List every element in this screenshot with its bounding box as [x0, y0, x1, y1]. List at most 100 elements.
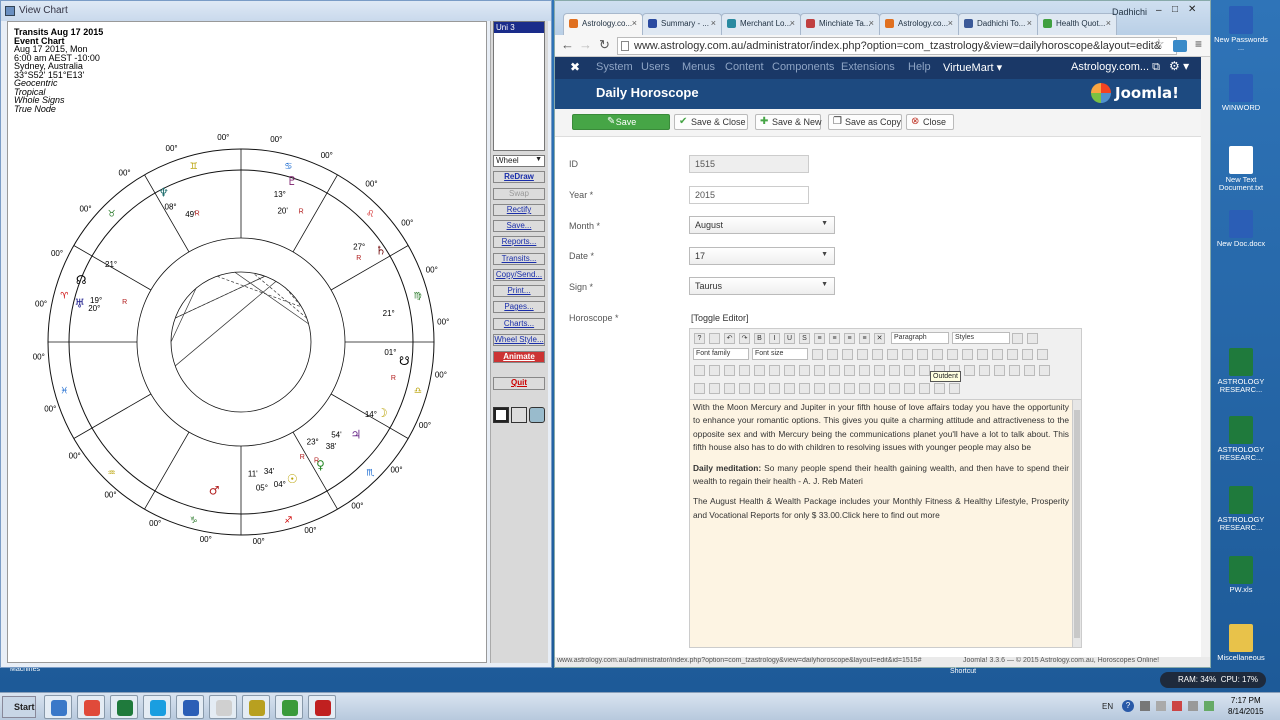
side-button-save[interactable]: Save...	[493, 220, 545, 232]
desktop-icon[interactable]: PW.xls	[1214, 556, 1268, 594]
taskbar-app[interactable]	[44, 695, 72, 719]
table-tool-icon[interactable]	[919, 383, 930, 394]
date-select[interactable]: 17 ▼	[689, 247, 835, 265]
styles-select[interactable]: Styles	[952, 332, 1010, 344]
star-icon[interactable]: ☆	[1153, 36, 1165, 52]
format-tool-icon[interactable]	[887, 349, 898, 360]
insert-tool-icon[interactable]	[979, 365, 990, 376]
table-tool-icon[interactable]	[949, 383, 960, 394]
side-button-animate[interactable]: Animate	[493, 351, 545, 363]
align-justify-icon[interactable]: ≡	[814, 333, 825, 344]
format-tool-icon[interactable]	[812, 349, 823, 360]
address-bar[interactable]: www.astrology.com.au/administrator/index…	[617, 37, 1177, 55]
help-icon[interactable]: ?	[1122, 700, 1134, 712]
insert-tool-icon[interactable]	[964, 365, 975, 376]
insert-tool-icon[interactable]	[919, 365, 930, 376]
format-tool-icon[interactable]	[857, 349, 868, 360]
tab-close-icon[interactable]: ×	[1027, 18, 1032, 28]
side-button-wheel-style[interactable]: Wheel Style...	[493, 334, 545, 346]
tab-2[interactable]: Merchant Lo... ×	[721, 13, 801, 35]
table-tool-icon[interactable]	[709, 383, 720, 394]
year-field[interactable]: 2015	[689, 186, 809, 204]
tab-close-icon[interactable]: ×	[1106, 18, 1111, 28]
format-tool-icon[interactable]	[1022, 349, 1033, 360]
save-button[interactable]: ✎ Save	[572, 114, 670, 130]
admin-menu-users[interactable]: Users	[641, 61, 670, 73]
extension-icon[interactable]	[1173, 40, 1187, 52]
table-tool-icon[interactable]	[814, 383, 825, 394]
format-tool-icon[interactable]	[1007, 349, 1018, 360]
desktop-icon[interactable]: New Passwords ...	[1214, 6, 1268, 52]
gear-icon[interactable]: ⚙ ▾	[1169, 59, 1189, 73]
desktop-icon[interactable]: New Text Document.txt	[1214, 146, 1268, 192]
table-tool-icon[interactable]	[874, 383, 885, 394]
admin-menu-help[interactable]: Help	[908, 61, 931, 73]
tab-close-icon[interactable]: ×	[948, 18, 953, 28]
save-close-button[interactable]: ✔ Save & Close	[674, 114, 748, 130]
font-size-select[interactable]: Font size	[752, 348, 808, 360]
start-button[interactable]: Start	[2, 696, 36, 718]
format-tool-icon[interactable]	[872, 349, 883, 360]
tab-close-icon[interactable]: ×	[869, 18, 874, 28]
bold-icon[interactable]: B	[754, 333, 765, 344]
minimize-icon[interactable]: –	[1156, 5, 1162, 16]
monitor-icon[interactable]	[493, 407, 509, 423]
side-button-print[interactable]: Print...	[493, 285, 545, 297]
tab-0[interactable]: Astrology.co... ×	[563, 13, 643, 35]
taskbar-app[interactable]	[77, 695, 105, 719]
forward-icon[interactable]: →	[579, 37, 592, 52]
side-button-redraw[interactable]: ReDraw	[493, 171, 545, 183]
admin-menu-virtuemart[interactable]: VirtueMart ▾	[943, 61, 1002, 74]
taskbar-app[interactable]	[176, 695, 204, 719]
insert-tool-icon[interactable]	[769, 365, 780, 376]
clock[interactable]: 7:17 PM 8/14/2015	[1228, 695, 1264, 717]
insert-tool-icon[interactable]	[844, 365, 855, 376]
admin-menu-components[interactable]: Components	[772, 61, 834, 73]
insert-tool-icon[interactable]	[694, 365, 705, 376]
insert-tool-icon[interactable]	[709, 365, 720, 376]
flag-icon[interactable]	[1172, 701, 1182, 711]
table-tool-icon[interactable]	[829, 383, 840, 394]
align-right-icon[interactable]: ≡	[859, 333, 870, 344]
side-button-rectify[interactable]: Rectify	[493, 204, 545, 216]
underline-icon[interactable]: U	[784, 333, 795, 344]
taskbar-app[interactable]	[242, 695, 270, 719]
side-button-transits[interactable]: Transits...	[493, 253, 545, 265]
save-copy-button[interactable]: ❐ Save as Copy	[828, 114, 902, 130]
desktop-icon[interactable]: ASTROLOGY RESEARC...	[1214, 416, 1268, 462]
side-button-reports[interactable]: Reports...	[493, 236, 545, 248]
maximize-icon[interactable]: □	[1172, 4, 1178, 15]
tab-4[interactable]: Astrology.co... ×	[879, 13, 959, 35]
save-new-button[interactable]: ✚ Save & New	[755, 114, 822, 130]
language-indicator[interactable]: EN	[1102, 702, 1113, 711]
editor-scrollbar[interactable]	[1072, 400, 1081, 647]
insert-tool-icon[interactable]	[1039, 365, 1050, 376]
back-icon[interactable]: ←	[561, 37, 574, 52]
insert-tool-icon[interactable]	[754, 365, 765, 376]
editor-content[interactable]: With the Moon Mercury and Jupiter in you…	[690, 400, 1072, 647]
tray-icon[interactable]	[1140, 701, 1150, 711]
menu-icon[interactable]: ≡	[1195, 37, 1202, 51]
site-link[interactable]: Astrology.com... ⧉	[1071, 61, 1160, 74]
clear-icon[interactable]: ✕	[874, 333, 885, 344]
insert-tool-icon[interactable]	[859, 365, 870, 376]
table-tool-icon[interactable]	[784, 383, 795, 394]
insert-tool-icon[interactable]	[799, 365, 810, 376]
month-select[interactable]: August ▼	[689, 216, 835, 234]
font-family-select[interactable]: Font family	[693, 348, 749, 360]
table-tool-icon[interactable]	[769, 383, 780, 394]
quit-button[interactable]: Quit	[493, 377, 545, 390]
table-tool-icon[interactable]	[739, 383, 750, 394]
table-tool-icon[interactable]	[724, 383, 735, 394]
taskbar-app[interactable]	[209, 695, 237, 719]
taskbar-app[interactable]	[110, 695, 138, 719]
side-button-copy-send[interactable]: Copy/Send...	[493, 269, 545, 281]
align-left-icon[interactable]: ≡	[829, 333, 840, 344]
undo-icon[interactable]: ↶	[724, 333, 735, 344]
redo-icon[interactable]: ↷	[739, 333, 750, 344]
tab-close-icon[interactable]: ×	[632, 18, 637, 28]
paint-icon[interactable]	[1027, 333, 1038, 344]
tab-close-icon[interactable]: ×	[711, 18, 716, 28]
format-tool-icon[interactable]	[992, 349, 1003, 360]
help-icon[interactable]: ?	[694, 333, 705, 344]
